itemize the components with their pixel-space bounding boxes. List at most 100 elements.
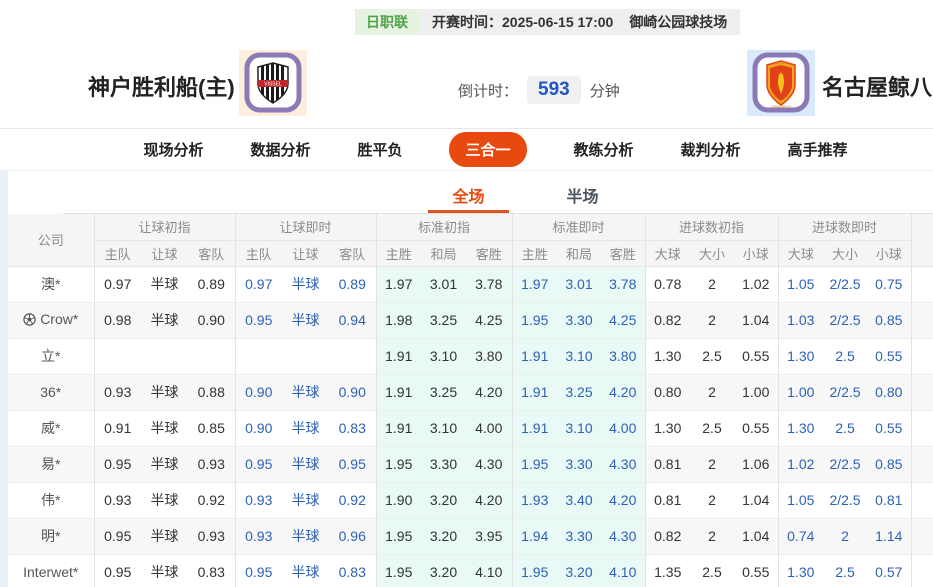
odds-cell: 4.25 [466,302,512,339]
odds-cell: 0.78 [644,266,690,303]
detail-link[interactable]: 详 [910,302,933,339]
col-header: 和局 [421,240,466,267]
odds-cell: 1.30 [644,410,690,447]
table-header-cols: 主队 让球 客队 主队 让球 客队 主胜 和局 客胜 主胜 和局 客胜 大球 大… [8,240,933,267]
odds-cell: 半球 [282,446,329,483]
league-badge[interactable]: 日职联 [355,9,419,35]
odds-cell: 4.20 [466,482,512,519]
odds-cell: 半球 [141,302,188,339]
detail-link[interactable]: 详 [910,482,933,519]
company-header: 公司 [8,214,94,267]
table-header-groups: 公司 让球初指 让球即时 标准初指 标准即时 进球数初指 进球数即时 [8,214,933,267]
tab-win-draw-lose[interactable]: 胜平负 [357,139,402,160]
odds-cell: 0.95 [329,446,376,483]
odds-cell: 3.80 [466,338,512,375]
odds-cell: 1.95 [511,302,557,339]
odds-cell: 1.91 [375,410,421,447]
odds-cell: 3.20 [421,518,466,555]
detail-link[interactable]: 详 [910,374,933,411]
col-header: 主队 [93,240,141,267]
odds-cell: 1.03 [777,302,824,339]
odds-cell: 3.25 [557,374,601,411]
odds-cell: 0.93 [93,482,141,519]
odds-cell: 1.95 [375,554,421,587]
tab-coach-analysis[interactable]: 教练分析 [574,139,634,160]
table-row: 伟* 0.93 半球 0.92 0.93 半球 0.92 1.90 3.20 4.20 1.93 3.… [8,482,933,519]
odds-cell: 0.83 [188,554,235,587]
odds-cell: 0.81 [867,482,912,519]
odds-cell: 半球 [141,266,188,303]
odds-cell: 1.95 [511,446,557,483]
subtab-full-match[interactable]: 全场 [428,171,509,213]
odds-cell: 1.02 [777,446,824,483]
detail-link[interactable]: 详 [910,518,933,555]
odds-table-body: 澳* 0.97 半球 0.89 0.97 半球 0.89 1.97 3.01 3.78 1.97 3.… [8,266,933,587]
odds-cell [188,338,235,375]
detail-link[interactable]: 详 [910,446,933,483]
odds-cell: 0.88 [188,374,235,411]
odds-cell: 4.00 [601,410,645,447]
odds-cell: 1.02 [734,266,779,303]
detail-header [910,214,933,267]
tab-data-analysis[interactable]: 数据分析 [250,139,310,160]
col-header: 小球 [734,240,779,267]
detail-link[interactable]: 详 [910,266,933,303]
col-header: 主队 [234,240,282,267]
countdown: 倒计时： 593 分钟 [458,76,620,104]
table-row: Crow* 0.98 半球 0.90 0.95 半球 0.94 1.98 3.25 4.25 1.9… [8,302,933,339]
odds-cell: 0.80 [644,374,690,411]
odds-cell: 1.05 [777,482,824,519]
company-cell: 伟* [8,482,94,519]
odds-cell: 2.5 [823,338,868,375]
odds-cell: 0.97 [234,266,282,303]
odds-cell: 半球 [141,410,188,447]
tab-referee-analysis[interactable]: 裁判分析 [681,139,741,160]
venue: 御崎公园球技场 [629,14,728,30]
detail-link[interactable]: 详 [910,338,933,375]
countdown-label: 倒计时： [458,82,519,100]
table-row: 澳* 0.97 半球 0.89 0.97 半球 0.89 1.97 3.01 3.78 1.97 3.… [8,266,933,303]
odds-cell: 2/2.5 [823,302,868,339]
odds-cell: 0.74 [777,518,824,555]
tab-three-in-one[interactable]: 三合一 [449,132,527,167]
odds-cell: 0.90 [234,374,282,411]
odds-cell: 1.91 [375,338,421,375]
odds-cell: 1.93 [511,482,557,519]
odds-cell: 2/2.5 [823,446,868,483]
odds-cell: 0.93 [188,446,235,483]
odds-cell: 0.95 [93,446,141,483]
odds-cell: 0.55 [867,410,912,447]
odds-cell: 3.01 [421,266,466,303]
odds-cell: 1.98 [375,302,421,339]
odds-cell [141,338,188,375]
odds-cell: 0.80 [867,374,912,411]
odds-cell: 半球 [282,518,329,555]
odds-cell: 1.95 [511,554,557,587]
table-row: 明* 0.95 半球 0.93 0.93 半球 0.96 1.95 3.20 3.95 1.94 3.… [8,518,933,555]
odds-cell: 1.94 [511,518,557,555]
main-nav: 现场分析 数据分析 胜平负 三合一 教练分析 裁判分析 高手推荐 [0,129,933,171]
group-header-handicap-initial: 让球初指 [93,214,235,241]
odds-cell [329,338,376,375]
odds-cell: 2 [690,518,734,555]
tab-expert-picks[interactable]: 高手推荐 [788,139,848,160]
odds-cell: 0.55 [867,338,912,375]
subtab-half-match[interactable]: 半场 [543,171,623,213]
company-cell: 36* [8,374,94,411]
odds-cell: 1.06 [734,446,779,483]
odds-cell [93,338,141,375]
odds-cell: 2 [690,266,734,303]
odds-cell [282,338,329,375]
odds-cell: 4.10 [601,554,645,587]
tab-live-analysis[interactable]: 现场分析 [143,139,203,160]
odds-cell: 0.83 [329,554,376,587]
odds-cell: 2/2.5 [823,482,868,519]
detail-link[interactable]: 详 [910,554,933,587]
detail-link[interactable]: 详 [910,410,933,447]
odds-cell: 2.5 [690,554,734,587]
odds-cell: 2 [690,482,734,519]
odds-cell: 2.5 [690,338,734,375]
odds-cell: 0.57 [867,554,912,587]
odds-cell: 0.85 [867,302,912,339]
odds-cell: 1.95 [375,518,421,555]
